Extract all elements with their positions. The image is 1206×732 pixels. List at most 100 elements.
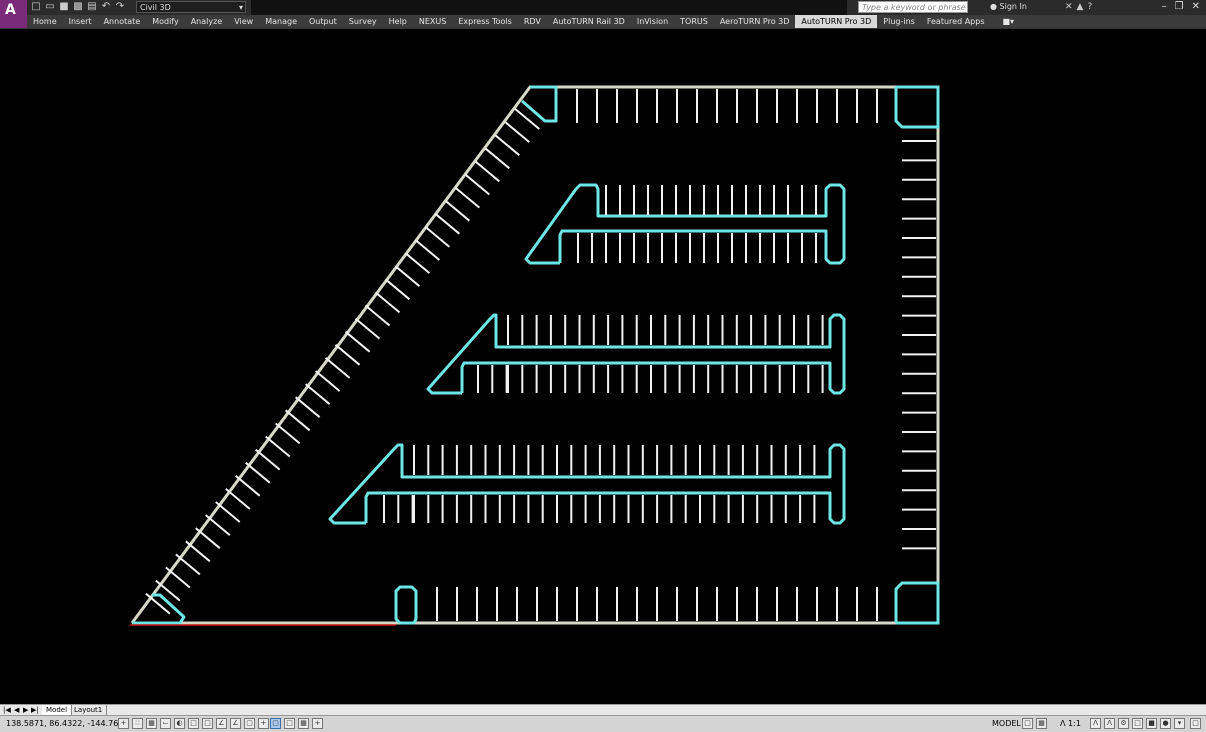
tab-analyze[interactable]: Analyze — [185, 15, 229, 28]
tab-rdv[interactable]: RDV — [518, 15, 547, 28]
curb-corner-bottom-left — [132, 593, 186, 625]
drawing-canvas[interactable] — [0, 28, 1206, 705]
stall-line — [245, 461, 271, 484]
tab-plug-ins[interactable]: Plug-ins — [877, 15, 921, 28]
tab-nexus[interactable]: NEXUS — [413, 15, 452, 28]
lot-boundary-line — [130, 85, 940, 625]
redo-icon[interactable]: ↷ — [114, 1, 126, 13]
tab-invision[interactable]: InVision — [631, 15, 674, 28]
stall-line — [324, 357, 351, 379]
undo-icon[interactable]: ↶ — [100, 1, 112, 13]
dynamic-ucs-icon[interactable]: ∠ — [230, 718, 241, 729]
infer-constraints-icon[interactable]: + — [118, 718, 129, 729]
curb-outlines — [132, 85, 940, 625]
annotation-monitor-icon[interactable]: + — [312, 718, 323, 729]
stall-line — [294, 396, 321, 418]
window-title-area — [251, 0, 847, 15]
tab-manage[interactable]: Manage — [259, 15, 303, 28]
hardware-acceleration-icon[interactable]: ● — [1160, 718, 1171, 729]
ribbon-tab-bar: Home Insert Annotate Modify Analyze View… — [27, 15, 1206, 28]
new-icon[interactable]: □ — [30, 1, 42, 13]
customization-icon[interactable]: ▾ — [1174, 718, 1185, 729]
ortho-mode-icon[interactable]: ⌙ — [160, 718, 171, 729]
lineweight-icon[interactable]: + — [258, 718, 269, 729]
print-icon[interactable]: ▤ — [86, 1, 98, 13]
stall-line — [145, 592, 171, 615]
a360-icon[interactable]: ▲ — [1077, 0, 1084, 14]
annotation-scale-icon: Λ — [1060, 719, 1066, 728]
sign-in-link[interactable]: ● Sign In — [990, 1, 1027, 13]
curb-island-3 — [328, 443, 846, 525]
tab-modify[interactable]: Modify — [146, 15, 185, 28]
close-icon[interactable]: ✕ — [1192, 0, 1200, 14]
stall-line — [414, 239, 441, 261]
curb-island-1 — [524, 183, 846, 265]
stall-line — [404, 252, 431, 274]
object-snap-icon[interactable]: □ — [188, 718, 199, 729]
quick-access-toolbar: □ ▭ ■ ▩ ▤ ↶ ↷ — [30, 1, 126, 13]
tab-aeroturn-pro-3d[interactable]: AeroTURN Pro 3D — [714, 15, 796, 28]
annotation-scale[interactable]: Λ 1:1 — [1060, 718, 1081, 730]
stall-line — [334, 344, 361, 366]
model-space-button[interactable]: MODEL — [992, 718, 1021, 730]
tab-output[interactable]: Output — [303, 15, 343, 28]
grid-display-icon[interactable]: ▦ — [146, 718, 157, 729]
quick-view-drawings-icon[interactable]: ▦ — [1036, 718, 1047, 729]
curb-corner-top-right — [894, 85, 940, 129]
curb-end-bottom — [394, 585, 418, 625]
stall-line — [314, 370, 341, 392]
application-menu-button[interactable]: A — [0, 0, 27, 28]
dynamic-input-icon[interactable]: ▢ — [244, 718, 255, 729]
clean-screen-icon[interactable]: □ — [1190, 718, 1201, 729]
stall-line — [424, 226, 451, 248]
3d-osnap-icon[interactable]: □ — [202, 718, 213, 729]
lock-ui-icon[interactable]: □ — [1132, 718, 1143, 729]
snap-mode-icon[interactable]: ∷ — [132, 718, 143, 729]
stall-line — [165, 566, 191, 589]
tab-express-tools[interactable]: Express Tools — [452, 15, 518, 28]
ribbon-toggle-icon[interactable]: ■▾ — [991, 15, 1015, 28]
tab-torus[interactable]: TORUS — [674, 15, 714, 28]
tab-insert[interactable]: Insert — [63, 15, 98, 28]
tab-autoturn-rail-3d[interactable]: AutoTURN Rail 3D — [547, 15, 631, 28]
parking-stall-lines — [145, 89, 936, 621]
saveas-icon[interactable]: ▩ — [72, 1, 84, 13]
minimize-icon[interactable]: – — [1162, 0, 1167, 14]
workspace-switching-icon[interactable]: ⚙ — [1118, 718, 1129, 729]
quick-view-layouts-icon[interactable]: □ — [1022, 718, 1033, 729]
workspace-switcher[interactable]: Civil 3D ▾ — [136, 1, 246, 13]
user-icon: ● — [990, 2, 997, 11]
transparency-icon[interactable]: ▢ — [270, 718, 281, 729]
selection-cycling-icon[interactable]: ▦ — [298, 718, 309, 729]
save-icon[interactable]: ■ — [58, 1, 70, 13]
stall-line — [444, 199, 471, 222]
quick-properties-icon[interactable]: □ — [284, 718, 295, 729]
annotation-visibility-icon[interactable]: Λ — [1090, 718, 1101, 729]
stall-line — [175, 553, 201, 576]
search-input[interactable]: Type a keyword or phrase — [858, 1, 968, 13]
polar-tracking-icon[interactable]: ◐ — [174, 718, 185, 729]
status-bar: 138.5871, 86.4322, -144.7632 + ∷ ▦ ⌙ ◐ □… — [0, 715, 1206, 732]
tab-view[interactable]: View — [228, 15, 259, 28]
stall-line — [474, 160, 500, 183]
tab-annotate[interactable]: Annotate — [98, 15, 147, 28]
tab-home[interactable]: Home — [27, 15, 63, 28]
auto-scale-icon[interactable]: Λ — [1104, 718, 1115, 729]
tab-featured-apps[interactable]: Featured Apps — [921, 15, 991, 28]
curb-corner-bottom-right — [894, 581, 940, 625]
stall-line — [454, 186, 480, 209]
open-icon[interactable]: ▭ — [44, 1, 56, 13]
workspace-label: Civil 3D — [140, 3, 171, 12]
tab-help[interactable]: Help — [383, 15, 413, 28]
help-icon[interactable]: ? — [1087, 0, 1092, 14]
isolate-objects-icon[interactable]: ■ — [1146, 718, 1157, 729]
annotation-scale-label: 1:1 — [1068, 719, 1081, 728]
otrack-icon[interactable]: ∠ — [216, 718, 227, 729]
stall-line — [374, 291, 401, 314]
tab-survey[interactable]: Survey — [343, 15, 383, 28]
stall-line — [364, 304, 391, 327]
stall-line — [185, 540, 211, 563]
restore-icon[interactable]: ❐ — [1175, 0, 1184, 14]
tab-autoturn-pro-3d[interactable]: AutoTURN Pro 3D — [795, 15, 878, 28]
exchange-icon[interactable]: ✕ — [1065, 0, 1073, 14]
